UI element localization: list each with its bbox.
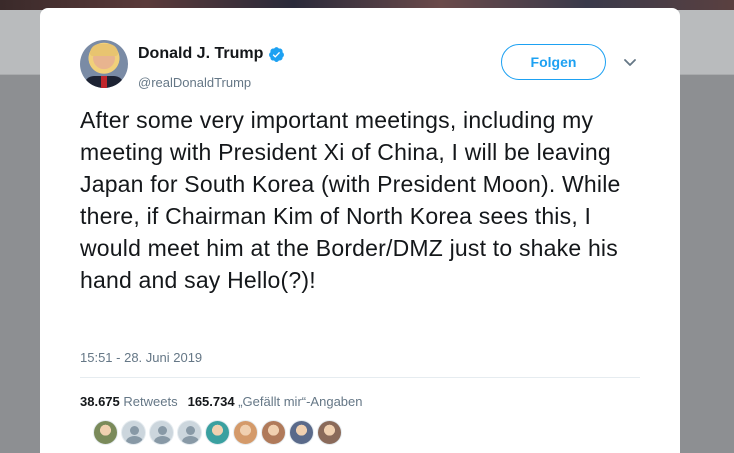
likes-stat[interactable]: 165.734 „Gefällt mir“-Angaben [188,394,363,409]
display-name[interactable]: Donald J. Trump [138,45,263,63]
tweet-timestamp[interactable]: 15:51 - 28. Juni 2019 [80,350,202,365]
chevron-down-icon[interactable] [622,54,638,70]
liker-avatar[interactable] [149,420,174,445]
tweet-card: Donald J. Trump @realDonaldTrump Folgen … [40,8,680,453]
retweets-count: 38.675 [80,394,120,409]
liker-avatar[interactable] [317,420,342,445]
liker-avatar[interactable] [289,420,314,445]
tweet-text: After some very important meetings, incl… [80,107,621,293]
liker-avatar[interactable] [261,420,286,445]
likes-label: „Gefällt mir“-Angaben [238,394,363,409]
liker-avatar[interactable] [233,420,258,445]
retweets-stat[interactable]: 38.675 Retweets [80,394,178,409]
avatar[interactable] [80,40,128,88]
liker-avatar[interactable] [121,420,146,445]
follow-button[interactable]: Folgen [501,44,606,80]
author-name-row[interactable]: Donald J. Trump [138,43,285,65]
verified-badge-icon [269,46,285,62]
liker-facepile [93,420,342,445]
liker-avatar[interactable] [205,420,230,445]
tweet-stats: 38.675 Retweets 165.734 „Gefällt mir“-An… [80,394,363,409]
likes-count: 165.734 [187,394,235,409]
retweets-label: Retweets [123,394,178,409]
liker-avatar[interactable] [93,420,118,445]
liker-avatar[interactable] [177,420,202,445]
divider [80,377,640,378]
user-handle[interactable]: @realDonaldTrump [138,75,251,90]
